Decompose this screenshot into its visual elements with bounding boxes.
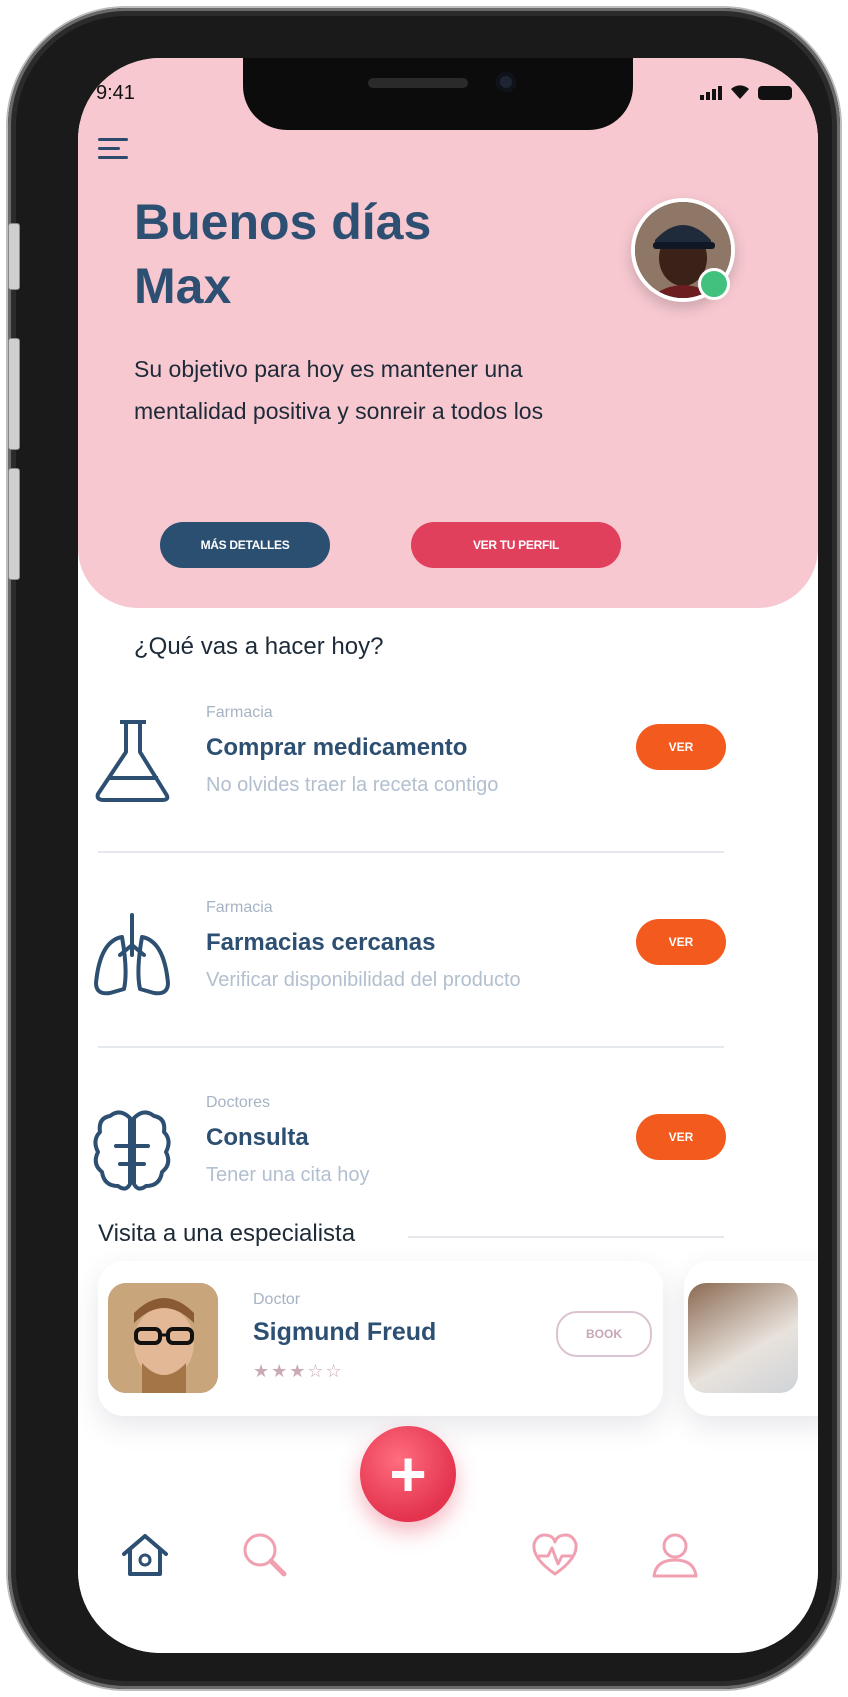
lungs-icon: [94, 913, 170, 996]
task-item[interactable]: Doctores Consulta Tener una cita hoy VER: [78, 1088, 818, 1238]
speaker: [368, 78, 468, 88]
wifi-icon: [731, 85, 749, 99]
battery-icon: [758, 86, 792, 100]
greeting-title: Buenos días Max: [134, 190, 564, 318]
heart-icon[interactable]: [528, 1528, 582, 1582]
task-item[interactable]: Farmacia Farmacias cercanas Verificar di…: [78, 893, 818, 1043]
doctor-name: Sigmund Freud: [253, 1318, 437, 1346]
phone-frame: 9:41 Buenos días Max Su objetivo para ho…: [8, 8, 840, 1689]
task-item[interactable]: Farmacia Comprar medicamento No olvides …: [78, 698, 818, 848]
doctor-photo: [688, 1283, 798, 1393]
details-button[interactable]: MÁS DETALLES: [160, 522, 330, 568]
signal-icon: [700, 86, 722, 100]
add-button[interactable]: +: [360, 1426, 456, 1522]
view-button[interactable]: VER: [636, 724, 726, 770]
notch: [243, 58, 633, 130]
volume-up-button: [8, 338, 20, 450]
brain-icon: [93, 1110, 171, 1191]
divider: [98, 851, 724, 853]
task-title: Farmacias cercanas: [206, 929, 436, 956]
daily-goal-line-1: Su objetivo para hoy es mantener una: [134, 356, 523, 382]
flask-icon: [95, 720, 170, 802]
profile-icon[interactable]: [648, 1528, 702, 1582]
phone-screen: 9:41 Buenos días Max Su objetivo para ho…: [78, 58, 818, 1653]
status-time: 9:41: [96, 82, 135, 104]
search-icon[interactable]: [238, 1528, 292, 1582]
volume-down-button: [8, 468, 20, 580]
menu-icon[interactable]: [98, 138, 128, 165]
doctor-rating: ★★★☆☆: [253, 1361, 344, 1381]
view-button[interactable]: VER: [636, 1114, 726, 1160]
greeting-line-2: Max: [134, 258, 232, 314]
doctor-image: [108, 1283, 218, 1393]
book-button[interactable]: BOOK: [556, 1311, 652, 1357]
task-description: No olvides traer la receta contigo: [206, 774, 499, 796]
online-status-indicator: [698, 268, 730, 300]
status-icons: [700, 84, 792, 100]
tasks-section-title: ¿Qué vas a hacer hoy?: [134, 633, 384, 660]
daily-goal-line-2: mentalidad positiva y sonreir a todos lo…: [134, 398, 544, 424]
doctor-photo: [108, 1283, 218, 1393]
task-category: Farmacia: [206, 704, 273, 721]
doctor-card-next[interactable]: [684, 1261, 818, 1416]
view-profile-button[interactable]: VER TU PERFIL: [411, 522, 621, 568]
doctor-card[interactable]: Doctor Sigmund Freud ★★★☆☆ BOOK: [98, 1261, 663, 1416]
task-description: Verificar disponibilidad del producto: [206, 969, 521, 991]
divider: [408, 1236, 724, 1238]
greeting-line-1: Buenos días: [134, 194, 432, 250]
front-camera: [496, 72, 516, 92]
doctor-role: Doctor: [253, 1291, 301, 1308]
mute-switch: [8, 223, 20, 290]
task-category: Doctores: [206, 1094, 271, 1111]
daily-goal-text: Su objetivo para hoy es mantener una men…: [134, 348, 674, 432]
specialists-section-title: Visita a una especialista: [98, 1220, 356, 1247]
task-title: Consulta: [206, 1124, 309, 1151]
divider: [98, 1046, 724, 1048]
view-button[interactable]: VER: [636, 919, 726, 965]
task-description: Tener una cita hoy: [206, 1164, 370, 1186]
task-title: Comprar medicamento: [206, 734, 468, 761]
task-category: Farmacia: [206, 899, 273, 916]
home-icon[interactable]: [118, 1528, 172, 1582]
